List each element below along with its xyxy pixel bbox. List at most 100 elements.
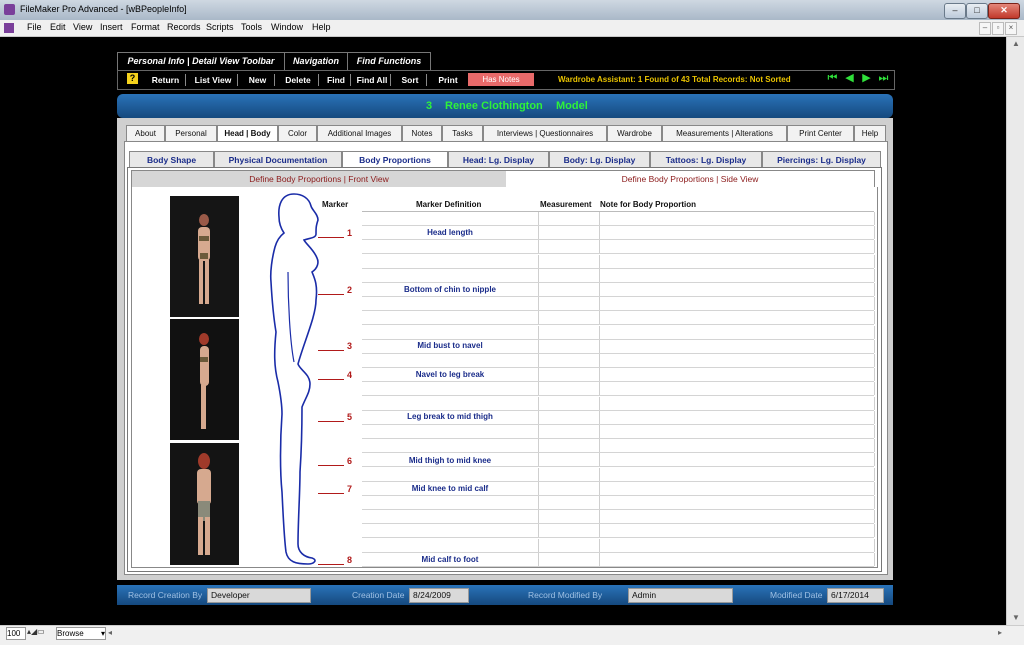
zoom-controls-icon[interactable]: ▴◢▭	[27, 627, 55, 638]
note-cell[interactable]	[600, 410, 875, 424]
scroll-left-icon[interactable]: ◂	[108, 628, 112, 637]
note-cell[interactable]	[600, 226, 875, 240]
print-button[interactable]: Print	[430, 74, 466, 86]
note-cell[interactable]	[600, 382, 875, 396]
note-cell[interactable]	[600, 481, 875, 495]
measurement-cell[interactable]	[539, 538, 600, 552]
note-cell[interactable]	[600, 396, 875, 410]
measurement-cell[interactable]	[539, 496, 600, 509]
return-button[interactable]: Return	[146, 74, 186, 86]
mode-select[interactable]: Browse ▾	[56, 627, 106, 640]
scroll-down-icon[interactable]: ▼	[1007, 611, 1024, 625]
vertical-scrollbar[interactable]: ▲ ▼	[1006, 37, 1024, 625]
measurement-cell[interactable]	[539, 410, 600, 424]
measurement-cell[interactable]	[539, 268, 600, 282]
tab-side-view[interactable]: Define Body Proportions | Side View	[506, 170, 875, 188]
note-cell[interactable]	[600, 552, 875, 566]
menu-edit[interactable]: Edit	[50, 22, 66, 32]
measurement-cell[interactable]	[539, 283, 600, 296]
menu-view[interactable]: View	[73, 22, 92, 32]
tab-navigation[interactable]: Navigation	[284, 52, 348, 70]
measurement-cell[interactable]	[539, 311, 600, 325]
menu-tools[interactable]: Tools	[241, 22, 262, 32]
measurement-cell[interactable]	[539, 212, 600, 225]
sort-button[interactable]: Sort	[394, 74, 427, 86]
chevron-down-icon: ▾	[100, 629, 105, 638]
measurement-cell[interactable]	[539, 552, 600, 566]
note-cell[interactable]	[600, 510, 875, 524]
measurement-cell[interactable]	[539, 226, 600, 240]
measurement-cell[interactable]	[539, 453, 600, 467]
note-cell[interactable]	[600, 467, 875, 481]
note-cell[interactable]	[600, 268, 875, 282]
measurement-cell[interactable]	[539, 510, 600, 524]
scroll-right-icon[interactable]: ▸	[998, 628, 1002, 637]
menu-scripts[interactable]: Scripts	[206, 22, 234, 32]
note-cell[interactable]	[600, 254, 875, 268]
tab-detail-view-toolbar[interactable]: Personal Info | Detail View Toolbar	[117, 52, 285, 70]
find-button[interactable]: Find	[322, 74, 351, 86]
menu-records[interactable]: Records	[167, 22, 201, 32]
note-cell[interactable]	[600, 283, 875, 296]
note-cell[interactable]	[600, 524, 875, 538]
measurement-cell[interactable]	[539, 368, 600, 382]
note-cell[interactable]	[600, 439, 875, 453]
note-cell[interactable]	[600, 368, 875, 382]
measurement-cell[interactable]	[539, 382, 600, 396]
maximize-button[interactable]: □	[966, 3, 988, 19]
measurement-cell[interactable]	[539, 481, 600, 495]
measurement-cell[interactable]	[539, 467, 600, 481]
creation-date-field[interactable]: 8/24/2009	[409, 588, 469, 603]
measurement-cell[interactable]	[539, 439, 600, 453]
mdi-minimize-icon[interactable]: –	[979, 22, 991, 35]
mdi-close-icon[interactable]: ×	[1005, 22, 1017, 35]
note-cell[interactable]	[600, 538, 875, 552]
measurement-cell[interactable]	[539, 425, 600, 438]
menu-window[interactable]: Window	[271, 22, 303, 32]
note-cell[interactable]	[600, 325, 875, 339]
help-icon[interactable]: ?	[127, 73, 138, 84]
measurement-cell[interactable]	[539, 524, 600, 538]
marker-number: 3	[347, 341, 353, 351]
has-notes-badge[interactable]: Has Notes	[468, 73, 534, 86]
new-button[interactable]: New	[241, 74, 275, 86]
menu-insert[interactable]: Insert	[100, 22, 123, 32]
scroll-up-icon[interactable]: ▲	[1007, 37, 1024, 51]
measurement-cell[interactable]	[539, 297, 600, 311]
menu-format[interactable]: Format	[131, 22, 160, 32]
note-cell[interactable]	[600, 297, 875, 311]
list-view-button[interactable]: List View	[189, 74, 238, 86]
measurement-cell[interactable]	[539, 354, 600, 367]
previous-record-icon[interactable]: ◀	[844, 73, 855, 84]
table-row	[362, 325, 875, 340]
zoom-level[interactable]: 100	[6, 627, 26, 640]
note-cell[interactable]	[600, 425, 875, 438]
first-record-icon[interactable]: ⏮	[827, 73, 838, 84]
note-cell[interactable]	[600, 496, 875, 509]
measurement-cell[interactable]	[539, 396, 600, 410]
note-cell[interactable]	[600, 311, 875, 325]
minimize-button[interactable]: –	[944, 3, 966, 19]
modified-date-field[interactable]: 6/17/2014	[827, 588, 884, 603]
mdi-restore-icon[interactable]: ▫	[992, 22, 1004, 35]
measurement-cell[interactable]	[539, 339, 600, 353]
note-cell[interactable]	[600, 212, 875, 225]
created-by-field[interactable]: Developer	[207, 588, 311, 603]
close-button[interactable]: ✕	[988, 3, 1020, 19]
note-cell[interactable]	[600, 354, 875, 367]
delete-button[interactable]: Delete	[278, 74, 319, 86]
measurement-cell[interactable]	[539, 240, 600, 254]
menu-help[interactable]: Help	[312, 22, 331, 32]
filemaker-app-icon	[4, 4, 15, 15]
next-record-icon[interactable]: ▶	[861, 73, 872, 84]
modified-by-field[interactable]: Admin	[628, 588, 733, 603]
last-record-icon[interactable]: ⏭	[878, 73, 889, 84]
note-cell[interactable]	[600, 339, 875, 353]
measurement-cell[interactable]	[539, 254, 600, 268]
measurement-cell[interactable]	[539, 325, 600, 339]
find-all-button[interactable]: Find All	[354, 74, 391, 86]
note-cell[interactable]	[600, 240, 875, 254]
note-cell[interactable]	[600, 453, 875, 467]
menu-file[interactable]: File	[27, 22, 42, 32]
tab-find-functions[interactable]: Find Functions	[347, 52, 431, 70]
